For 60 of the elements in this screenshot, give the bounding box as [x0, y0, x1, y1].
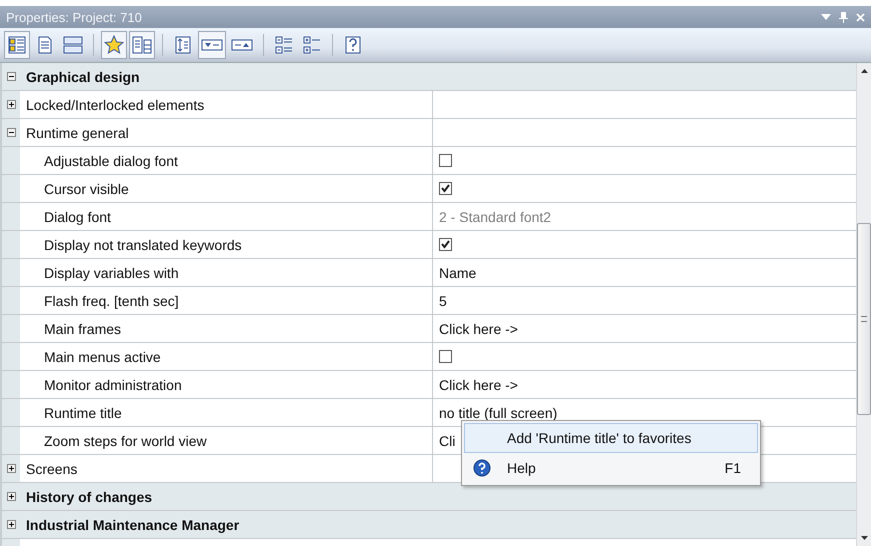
- property-name: Main menus active: [44, 348, 161, 364]
- menu-item[interactable]: Add 'Runtime title' to favorites: [464, 423, 758, 453]
- property-name: Main frames: [44, 320, 122, 336]
- property-value[interactable]: Cli: [439, 432, 456, 448]
- expand-icon[interactable]: [6, 464, 16, 473]
- dropup-box-icon: [231, 39, 253, 51]
- property-name: Runtime general: [26, 124, 129, 140]
- checkbox[interactable]: [439, 238, 452, 251]
- category-label[interactable]: Graphical design: [20, 63, 856, 90]
- vertical-scrollbar[interactable]: [856, 63, 871, 546]
- dropdown-icon[interactable]: [821, 13, 831, 21]
- expand-icon[interactable]: [6, 520, 16, 529]
- property-value[interactable]: no title (full screen): [439, 404, 558, 420]
- row-height-icon: [175, 36, 191, 54]
- close-icon[interactable]: [856, 12, 865, 22]
- help-icon: [345, 36, 361, 54]
- category-label[interactable]: Industrial Maintenance Manager: [20, 511, 856, 538]
- collapse-all-icon: [275, 36, 293, 54]
- toolbar-button[interactable]: [101, 31, 127, 59]
- property-name: Cursor visible: [44, 180, 129, 196]
- toolbar-button[interactable]: [129, 31, 155, 59]
- property-value[interactable]: Click here ->: [439, 376, 518, 392]
- scrollbar-thumb[interactable]: [857, 223, 871, 415]
- pin-icon[interactable]: [839, 12, 848, 22]
- toolbar-button[interactable]: [4, 31, 30, 59]
- expand-icon[interactable]: [6, 492, 16, 501]
- property-name: Monitor administration: [44, 376, 182, 392]
- property-value[interactable]: 2 - Standard font2: [439, 208, 552, 224]
- property-name: Zoom steps for world view: [44, 432, 207, 448]
- property-name: Flash freq. [tenth sec]: [44, 292, 179, 308]
- star-icon: [104, 35, 124, 55]
- property-name: Dialog font: [44, 208, 111, 224]
- checkbox[interactable]: [439, 182, 452, 195]
- dropdown-box-icon: [201, 39, 223, 51]
- document-grid-icon: [132, 36, 152, 54]
- property-name: Runtime title: [44, 404, 122, 420]
- help-icon: [473, 459, 491, 477]
- checkbox[interactable]: [439, 154, 452, 167]
- property-name: Locked/Interlocked elements: [26, 96, 204, 112]
- property-value[interactable]: Click here ->: [439, 320, 518, 336]
- property-name: Screens: [26, 460, 78, 476]
- property-value[interactable]: 5: [439, 292, 447, 308]
- menu-item[interactable]: Help F1: [464, 453, 758, 483]
- categorized-list-icon: [8, 36, 26, 54]
- category-label[interactable]: History of changes: [20, 483, 856, 510]
- toolbar-button[interactable]: [198, 31, 226, 59]
- collapse-icon[interactable]: [6, 128, 16, 137]
- collapse-icon[interactable]: [6, 72, 16, 81]
- window-title: Properties: Project: 710: [6, 10, 142, 24]
- expand-all-icon: [303, 36, 321, 54]
- scroll-up-icon[interactable]: [860, 69, 868, 73]
- checkbox[interactable]: [439, 350, 452, 363]
- property-name: Adjustable dialog font: [44, 152, 178, 168]
- property-value[interactable]: Name: [439, 264, 476, 280]
- property-name: Display not translated keywords: [44, 236, 242, 252]
- expand-icon[interactable]: [6, 100, 16, 109]
- rows-icon: [63, 36, 83, 54]
- scroll-down-icon[interactable]: [860, 536, 868, 540]
- property-name: Display variables with: [44, 264, 179, 280]
- document-icon: [37, 36, 53, 54]
